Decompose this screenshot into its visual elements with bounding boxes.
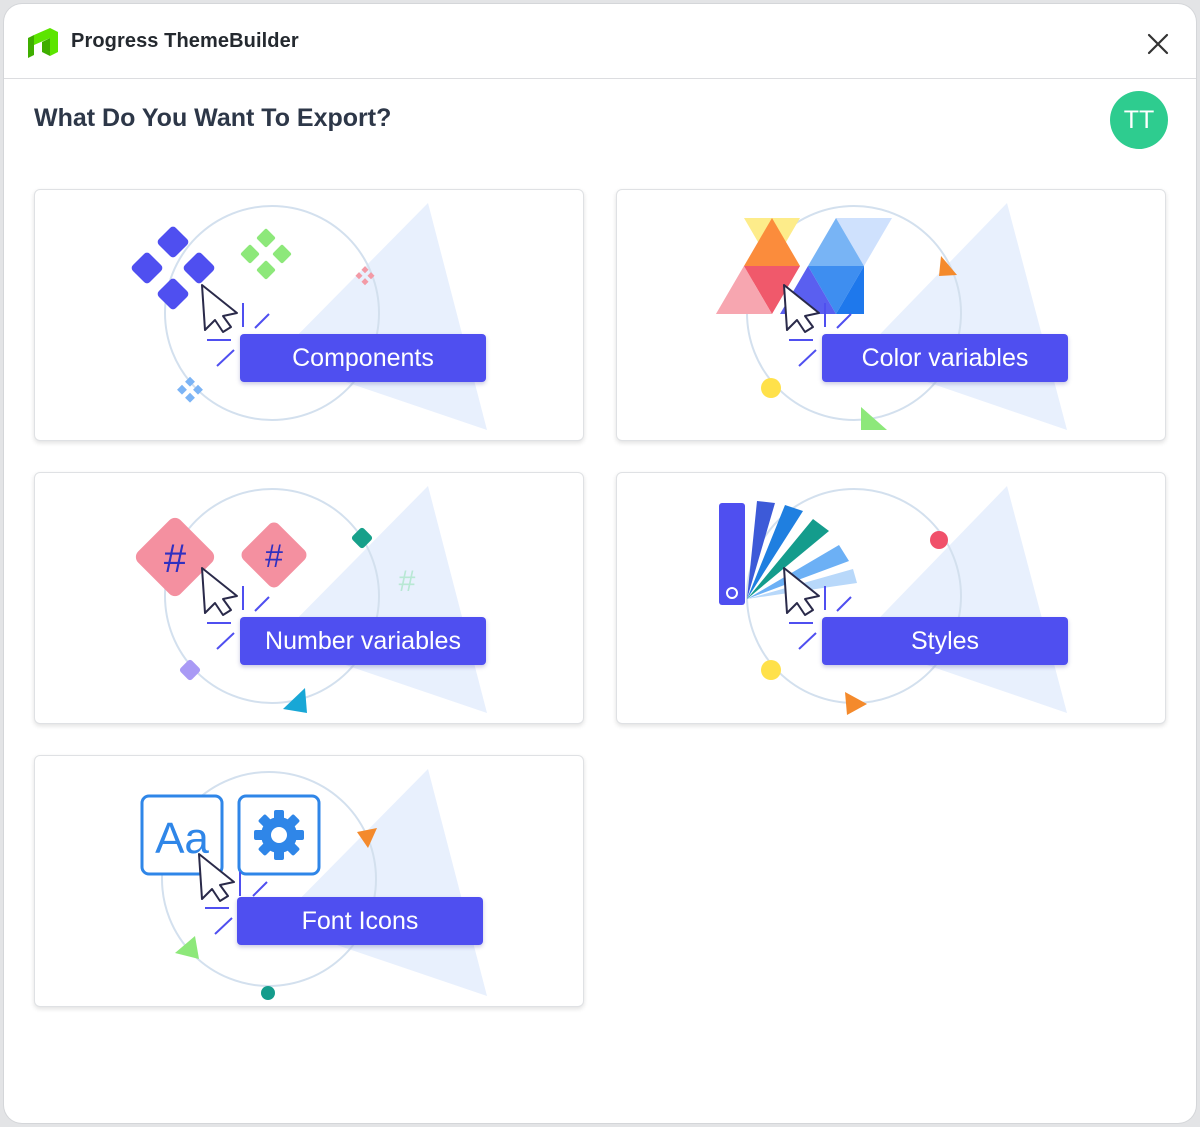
export-option-components[interactable]: Components [34, 189, 584, 441]
export-dialog: Progress ThemeBuilder What Do You Want T… [4, 4, 1196, 1123]
number-variables-label: Number variables [240, 617, 486, 665]
export-option-font-icons[interactable]: Aa Font Icons [34, 755, 584, 1007]
hash-glyph-large: # [164, 537, 187, 581]
close-button[interactable] [1140, 26, 1176, 62]
export-option-color-variables[interactable]: Color variables [616, 189, 1166, 441]
font-icons-illustration: Aa [140, 769, 487, 1000]
dialog-heading: What Do You Want To Export? [34, 104, 392, 132]
app-title: Progress ThemeBuilder [71, 30, 299, 52]
components-illustration [131, 203, 487, 430]
user-avatar[interactable]: TT [1110, 91, 1168, 149]
color-variables-label: Color variables [822, 334, 1068, 382]
color-variables-illustration [716, 203, 1067, 430]
number-variables-illustration: # # # [135, 486, 487, 713]
hash-glyph-small: # [265, 538, 283, 574]
styles-illustration [719, 486, 1067, 715]
progress-logo-icon [28, 28, 58, 58]
hash-glyph-faint: # [399, 565, 416, 598]
export-option-styles[interactable]: Styles [616, 472, 1166, 724]
font-icons-label: Font Icons [237, 897, 483, 945]
close-icon [1147, 33, 1169, 55]
styles-label: Styles [822, 617, 1068, 665]
title-bar: Progress ThemeBuilder [4, 4, 1196, 79]
components-label: Components [240, 334, 486, 382]
export-option-number-variables[interactable]: # # # Number variables [34, 472, 584, 724]
gear-icon [254, 810, 304, 860]
